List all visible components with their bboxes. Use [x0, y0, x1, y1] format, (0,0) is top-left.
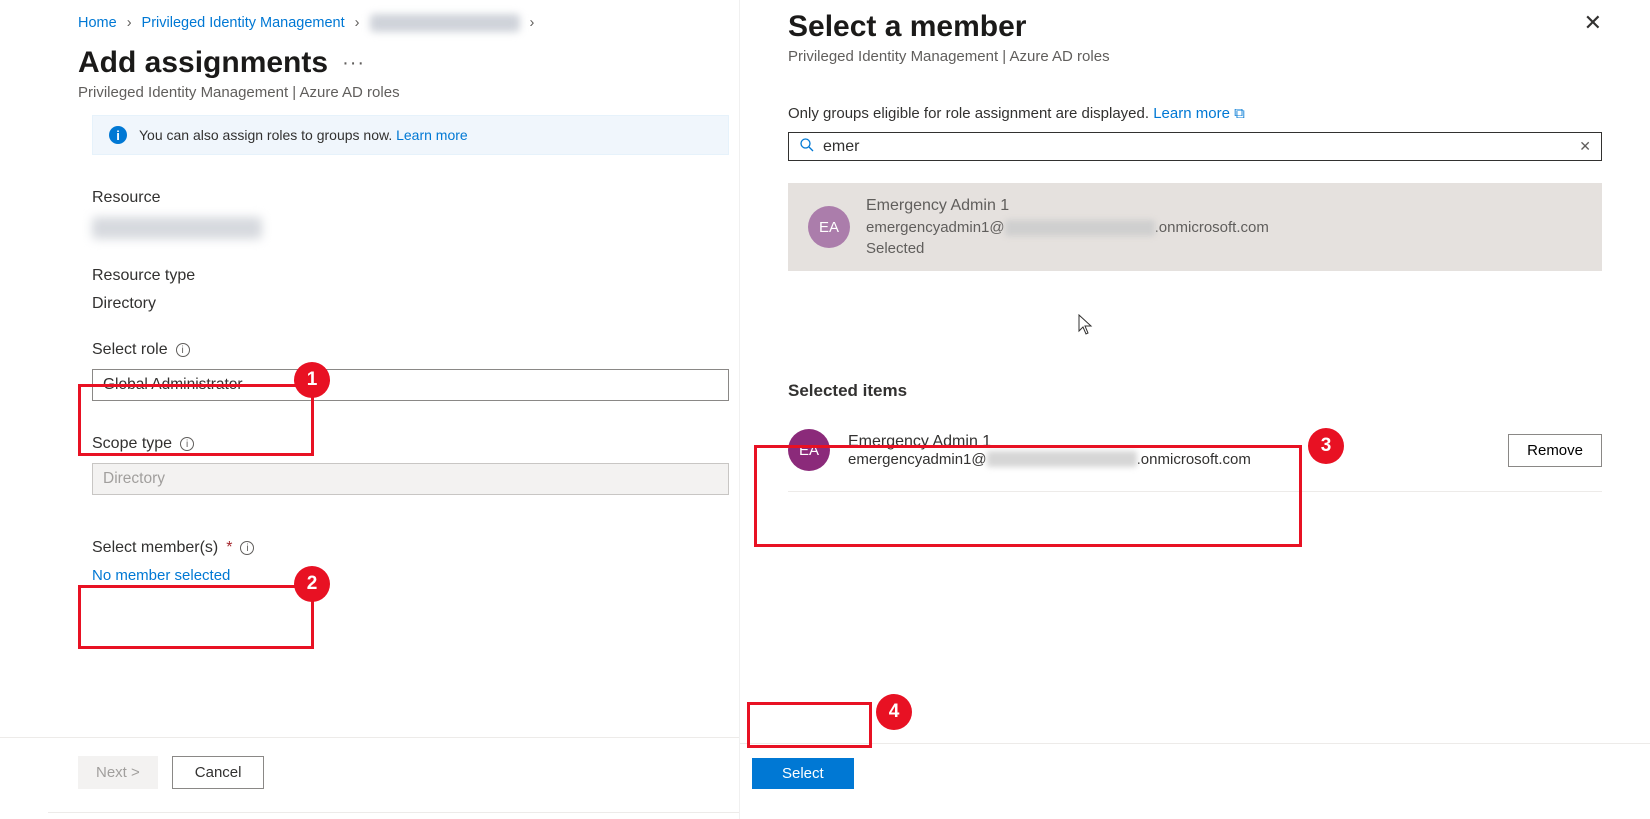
- banner-text: You can also assign roles to groups now.: [139, 127, 392, 143]
- chevron-right-icon: ›: [355, 15, 360, 31]
- selected-item-row: EA Emergency Admin 1 emergencyadmin1@.on…: [788, 419, 1602, 481]
- result-name: Emergency Admin 1: [866, 197, 1269, 215]
- clear-search-icon[interactable]: ✕: [1579, 138, 1591, 155]
- footer-bar: Next > Cancel: [0, 737, 739, 789]
- info-icon[interactable]: i: [180, 437, 194, 451]
- external-link-icon: ⧉: [1234, 105, 1245, 122]
- selected-name: Emergency Admin 1: [848, 433, 1440, 451]
- scope-type-value: Directory: [103, 470, 165, 487]
- crumb-redacted: [370, 14, 520, 32]
- breadcrumb: Home › Privileged Identity Management › …: [78, 14, 729, 32]
- select-members-label: Select member(s): [92, 539, 218, 557]
- scope-type-dropdown: Directory: [92, 463, 729, 495]
- selected-email: emergencyadmin1@.onmicrosoft.com: [848, 451, 1440, 468]
- field-select-members: Select member(s) * i No member selected: [92, 539, 729, 584]
- select-button[interactable]: Select: [752, 758, 854, 789]
- result-email: emergencyadmin1@.onmicrosoft.com: [866, 219, 1269, 236]
- resource-label: Resource: [92, 189, 729, 207]
- required-asterisk: *: [226, 539, 232, 557]
- info-icon: i: [109, 126, 127, 144]
- member-search-box[interactable]: ✕: [788, 132, 1602, 161]
- cursor-icon: [1078, 314, 1094, 341]
- field-scope-type: Scope type i Directory: [92, 435, 729, 495]
- search-icon: [799, 137, 815, 156]
- next-button: Next >: [78, 756, 158, 789]
- member-search-input[interactable]: [823, 138, 1571, 156]
- field-resource-type: Resource type Directory: [92, 267, 729, 313]
- page-subtitle: Privileged Identity Management | Azure A…: [78, 84, 729, 101]
- scope-type-label: Scope type: [92, 435, 172, 453]
- info-banner: i You can also assign roles to groups no…: [92, 115, 729, 155]
- banner-learn-more-link[interactable]: Learn more: [396, 127, 468, 143]
- panel-learn-more-link[interactable]: Learn more ⧉: [1153, 105, 1245, 122]
- panel-subtitle: Privileged Identity Management | Azure A…: [788, 48, 1602, 65]
- select-role-label: Select role: [92, 341, 168, 359]
- avatar: EA: [808, 206, 850, 248]
- callout-number-4: 4: [876, 694, 912, 730]
- more-menu[interactable]: ···: [342, 52, 365, 75]
- resource-type-value: Directory: [92, 295, 729, 313]
- avatar: EA: [788, 429, 830, 471]
- selected-items-heading: Selected items: [788, 381, 1602, 401]
- remove-button[interactable]: Remove: [1508, 434, 1602, 467]
- select-role-value: Global Administrator: [103, 376, 243, 394]
- crumb-pim[interactable]: Privileged Identity Management: [142, 15, 345, 31]
- result-state: Selected: [866, 240, 1269, 257]
- page-title: Add assignments: [78, 46, 328, 80]
- close-icon[interactable]: ✕: [1584, 10, 1602, 36]
- cancel-button[interactable]: Cancel: [172, 756, 265, 789]
- callout-box-4: [747, 702, 872, 748]
- resource-value-redacted: [92, 217, 262, 239]
- no-member-selected-link[interactable]: No member selected: [92, 567, 729, 584]
- search-result-item[interactable]: EA Emergency Admin 1 emergencyadmin1@.on…: [788, 183, 1602, 271]
- info-icon[interactable]: i: [176, 343, 190, 357]
- select-role-dropdown[interactable]: Global Administrator: [92, 369, 729, 401]
- email-redacted: [1005, 220, 1155, 236]
- chevron-right-icon: ›: [127, 15, 132, 31]
- field-resource: Resource: [92, 189, 729, 239]
- crumb-home[interactable]: Home: [78, 15, 117, 31]
- panel-help-text: Only groups eligible for role assignment…: [788, 105, 1149, 122]
- email-redacted: [987, 451, 1137, 467]
- callout-box-2: [78, 585, 314, 649]
- field-select-role: Select role i Global Administrator: [92, 341, 729, 401]
- panel-title: Select a member: [788, 10, 1026, 44]
- resource-type-label: Resource type: [92, 267, 729, 285]
- info-icon[interactable]: i: [240, 541, 254, 555]
- chevron-right-icon: ›: [530, 15, 535, 31]
- panel-footer: Select: [740, 743, 1650, 789]
